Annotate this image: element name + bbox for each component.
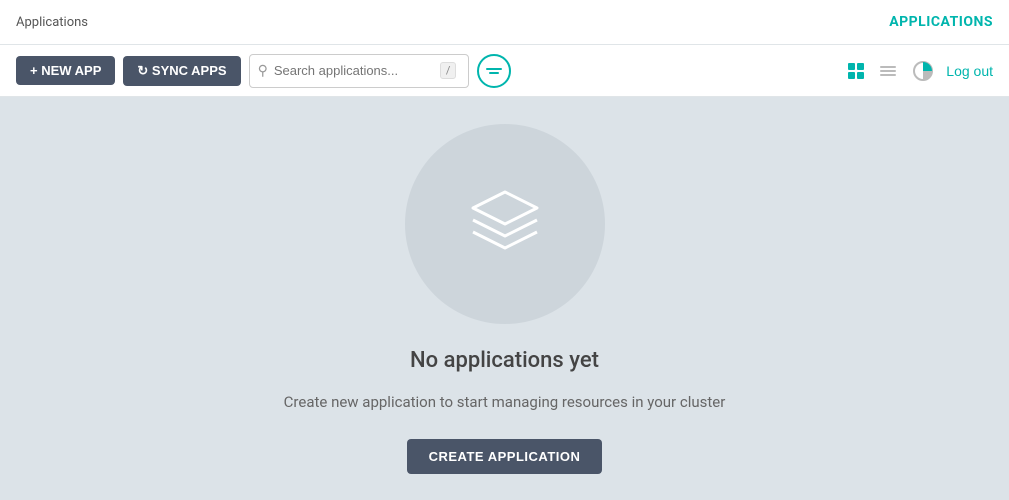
- top-nav-right: APPLICATIONS: [889, 14, 993, 30]
- search-input[interactable]: [274, 63, 434, 78]
- filter-button[interactable]: [477, 54, 511, 88]
- layers-icon: [455, 174, 555, 274]
- filter-icon: [486, 66, 502, 76]
- create-application-button[interactable]: CREATE APPLICATION: [407, 439, 603, 474]
- pie-chart-icon: [912, 60, 934, 82]
- breadcrumb: Applications: [16, 15, 88, 30]
- sync-apps-button[interactable]: ↻ SYNC APPS: [123, 56, 240, 86]
- search-container: ⚲ /: [249, 54, 469, 88]
- empty-state-icon-circle: [405, 124, 605, 324]
- filter-line-2: [489, 72, 499, 74]
- empty-state-subtitle: Create new application to start managing…: [284, 393, 726, 411]
- main-content: No applications yet Create new applicati…: [0, 97, 1009, 500]
- toolbar: + NEW APP ↻ SYNC APPS ⚲ /: [0, 45, 1009, 97]
- search-icon: ⚲: [258, 63, 268, 79]
- new-app-button[interactable]: + NEW APP: [16, 56, 115, 85]
- grid-view-button[interactable]: [844, 59, 868, 83]
- grid-icon: [848, 63, 864, 79]
- chart-view-button[interactable]: [908, 56, 938, 86]
- list-icon: [880, 64, 896, 78]
- breadcrumb-area: Applications: [16, 15, 88, 30]
- filter-line-1: [486, 68, 502, 70]
- page-title: APPLICATIONS: [889, 14, 993, 30]
- top-nav: Applications APPLICATIONS: [0, 0, 1009, 45]
- search-shortcut: /: [440, 62, 457, 79]
- list-view-button[interactable]: [876, 60, 900, 82]
- toolbar-right: Log out: [844, 56, 993, 86]
- empty-state-title: No applications yet: [410, 348, 599, 373]
- logout-button[interactable]: Log out: [946, 63, 993, 79]
